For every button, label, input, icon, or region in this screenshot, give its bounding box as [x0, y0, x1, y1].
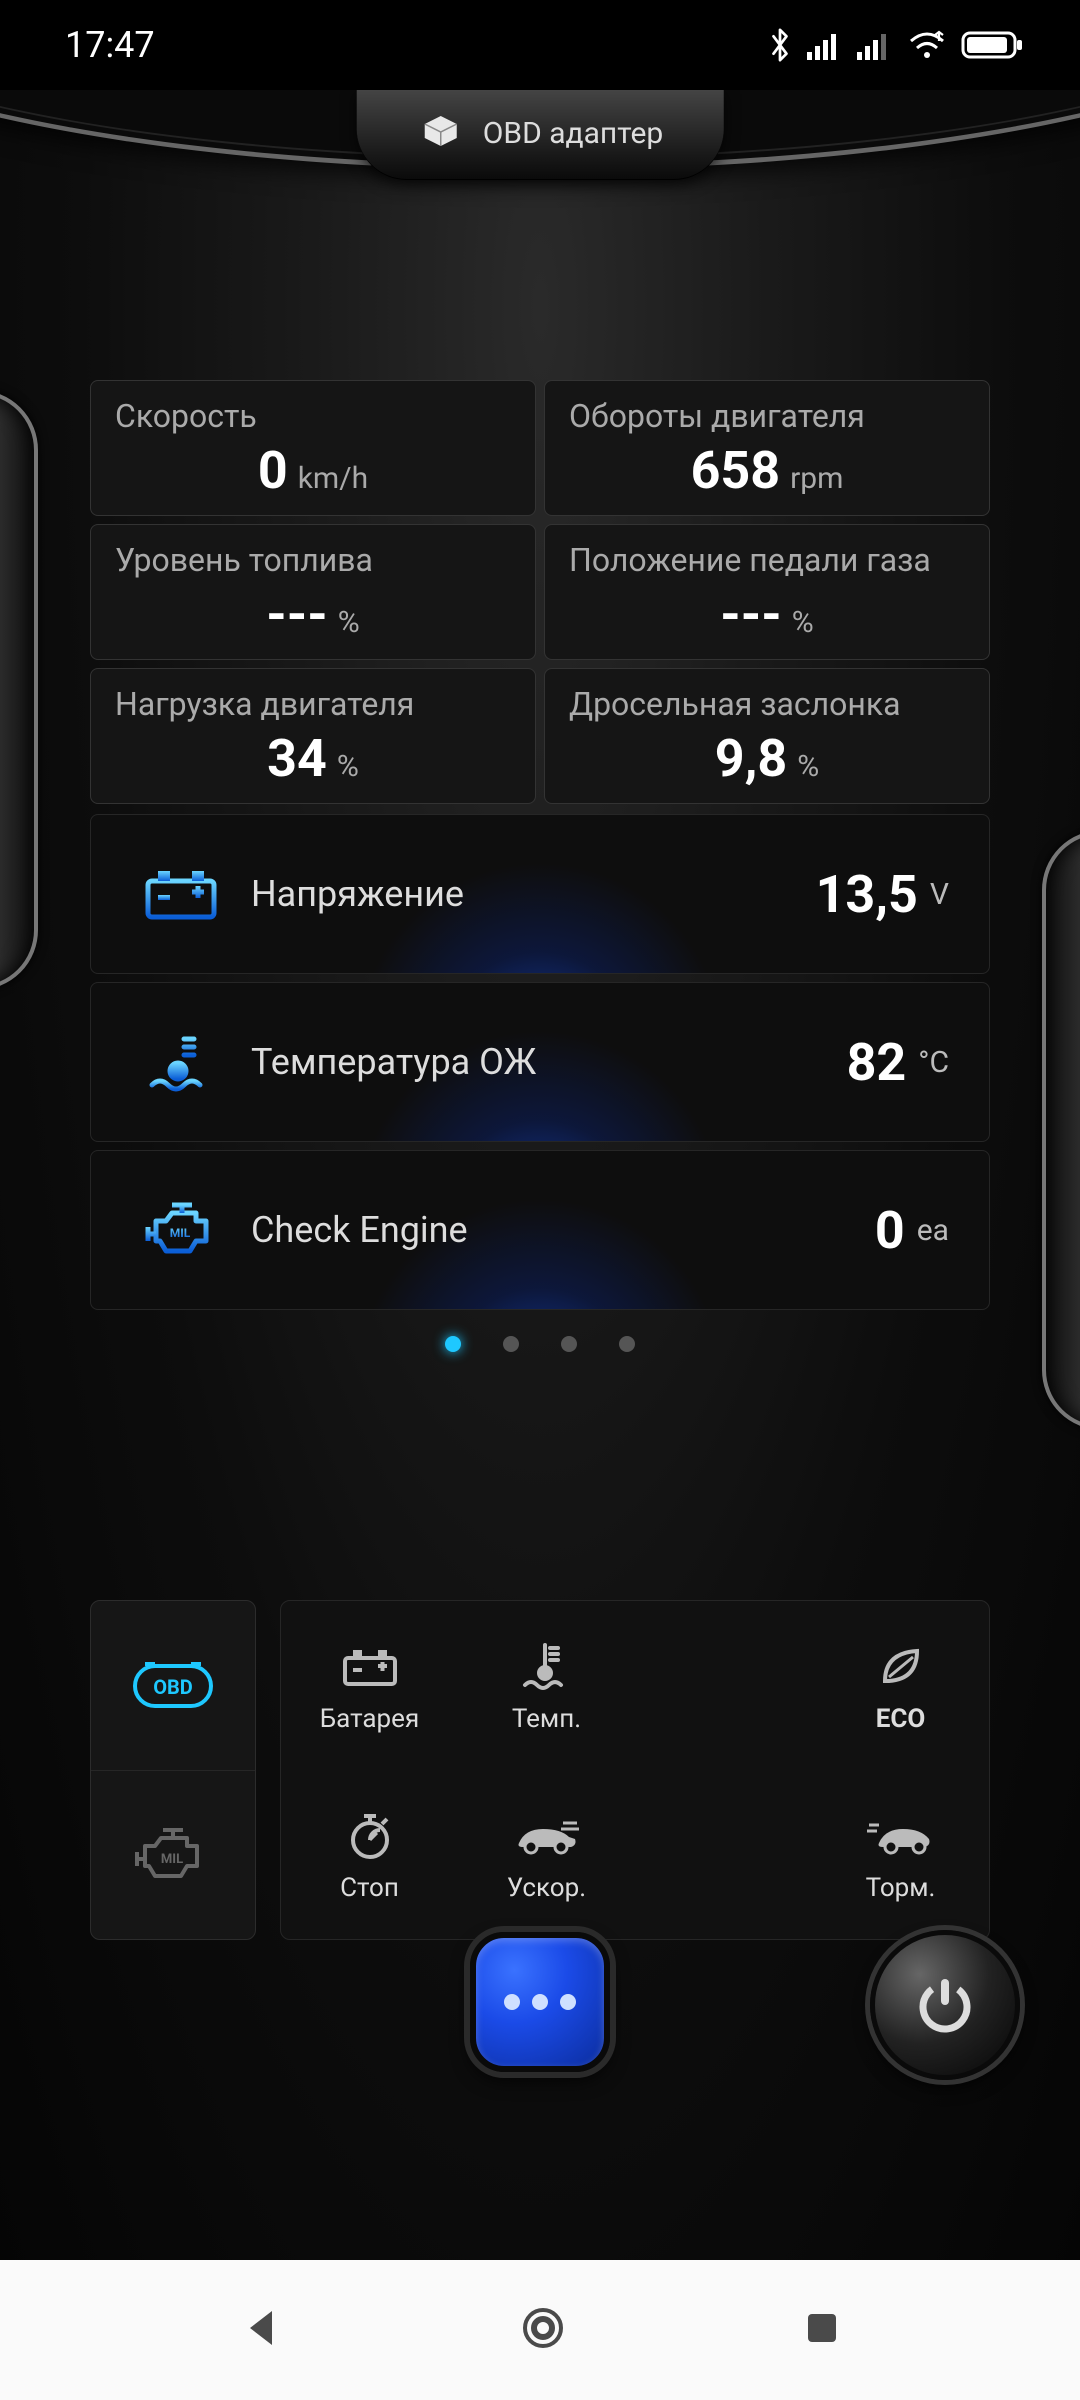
- stopwatch-icon: [344, 1807, 396, 1865]
- quick-label: Стоп: [340, 1873, 399, 1903]
- battery-icon: [961, 29, 1025, 61]
- wifi-icon: [907, 29, 947, 61]
- status-icons: [767, 25, 1025, 65]
- gauge-label: Нагрузка двигателя: [115, 685, 511, 723]
- quick-eco[interactable]: ECO: [812, 1601, 989, 1770]
- svg-text:MIL: MIL: [161, 1852, 183, 1867]
- gauge-unit: %: [797, 749, 819, 784]
- gauge-label: Положение педали газа: [569, 541, 965, 579]
- quick-temp[interactable]: Темп.: [458, 1601, 635, 1770]
- gauge-label: Обороты двигателя: [569, 397, 965, 435]
- wide-gauges: Напряжение 13,5 V Температура ОЖ 82 °C M…: [90, 814, 990, 1310]
- row-label: Check Engine: [251, 1209, 468, 1251]
- page-indicator[interactable]: [445, 1336, 635, 1352]
- mode-obd-button[interactable]: OBD: [91, 1601, 255, 1770]
- signal-1-icon: [807, 30, 843, 60]
- gauge-unit: %: [338, 605, 360, 640]
- bottom-panel: OBD MIL Батарея Темп. ECO Стоп: [90, 1600, 990, 1940]
- gauge-label: Уровень топлива: [115, 541, 511, 579]
- quick-grid: Батарея Темп. ECO Стоп Ускор. Торм.: [280, 1600, 990, 1940]
- dots-icon: [504, 1994, 520, 2010]
- gauge-label: Скорость: [115, 397, 511, 435]
- row-value: 82: [847, 1032, 907, 1093]
- row-label: Температура ОЖ: [251, 1041, 536, 1083]
- status-time: 17:47: [65, 24, 155, 66]
- row-check-engine[interactable]: MIL Check Engine 0 ea: [90, 1150, 990, 1310]
- right-bezel: [1042, 830, 1080, 1430]
- gauges-grid: Скорость 0km/h Обороты двигателя 658rpm …: [90, 380, 990, 804]
- page-dot-2[interactable]: [503, 1336, 519, 1352]
- quick-label: ECO: [876, 1704, 926, 1734]
- obd-chip-icon: [417, 110, 465, 156]
- gauge-speed[interactable]: Скорость 0 km/h: [90, 380, 536, 516]
- quick-label: Торм.: [866, 1873, 936, 1903]
- gauge-unit: %: [337, 749, 359, 784]
- row-unit: ea: [917, 1213, 949, 1248]
- page-dot-3[interactable]: [561, 1336, 577, 1352]
- nav-recents-button[interactable]: [800, 2306, 844, 2354]
- row-value: 13,5: [816, 864, 918, 925]
- obd-adapter-badge[interactable]: OBD адаптер: [357, 90, 724, 180]
- gauge-unit: km/h: [298, 461, 368, 496]
- gauge-rpm[interactable]: Обороты двигателя 658 rpm: [544, 380, 990, 516]
- row-value: 0: [875, 1200, 905, 1261]
- left-bezel: [0, 390, 38, 990]
- row-voltage[interactable]: Напряжение 13,5 V: [90, 814, 990, 974]
- app-dashboard: OBD адаптер Скорость 0 km/h Обороты двига…: [0, 90, 1080, 2260]
- gauge-value: 9,8: [715, 728, 787, 789]
- row-unit: V: [930, 877, 949, 912]
- obd-adapter-label: OBD адаптер: [483, 116, 664, 151]
- power-button[interactable]: [870, 1930, 1020, 2080]
- gauge-value: ---: [720, 584, 781, 645]
- nav-home-button[interactable]: [517, 2302, 569, 2358]
- page-dot-1[interactable]: [445, 1336, 461, 1352]
- gauge-throttle[interactable]: Дросельная заслонка 9,8%: [544, 668, 990, 804]
- quick-label: Ускор.: [507, 1873, 586, 1903]
- power-icon: [909, 1969, 981, 2041]
- row-unit: °C: [918, 1045, 949, 1080]
- gauge-unit: %: [792, 605, 814, 640]
- gauge-value: ---: [266, 584, 327, 645]
- row-coolant-temp[interactable]: Температура ОЖ 82 °C: [90, 982, 990, 1142]
- signal-2-icon: [857, 30, 893, 60]
- quick-stop[interactable]: Стоп: [281, 1770, 458, 1939]
- thermometer-icon: [131, 1027, 231, 1097]
- gauge-engine-load[interactable]: Нагрузка двигателя 34%: [90, 668, 536, 804]
- quick-label: Батарея: [320, 1704, 419, 1734]
- svg-text:MIL: MIL: [170, 1226, 191, 1240]
- thermometer-icon: [519, 1638, 575, 1696]
- engine-icon: MIL: [131, 1199, 231, 1261]
- quick-battery[interactable]: Батарея: [281, 1601, 458, 1770]
- quick-brake[interactable]: Торм.: [812, 1770, 989, 1939]
- gauge-value: 658: [691, 440, 781, 501]
- mode-column: OBD MIL: [90, 1600, 256, 1940]
- menu-button[interactable]: [470, 1932, 610, 2072]
- gauge-value: 0: [258, 440, 288, 501]
- leaf-icon: [875, 1638, 927, 1696]
- gauge-label: Дросельная заслонка: [569, 685, 965, 723]
- gauge-unit: rpm: [790, 461, 843, 496]
- car-brake-icon: [865, 1807, 937, 1865]
- quick-label: Темп.: [512, 1704, 581, 1734]
- car-accel-icon: [511, 1807, 583, 1865]
- bluetooth-icon: [767, 25, 793, 65]
- system-nav-bar: [0, 2260, 1080, 2400]
- gauge-pedal-position[interactable]: Положение педали газа ---%: [544, 524, 990, 660]
- gauge-value: 34: [267, 728, 327, 789]
- battery-icon: [339, 1638, 401, 1696]
- mode-mil-button[interactable]: MIL: [91, 1770, 255, 1940]
- row-label: Напряжение: [251, 873, 464, 915]
- page-dot-4[interactable]: [619, 1336, 635, 1352]
- status-bar: 17:47: [0, 0, 1080, 90]
- nav-back-button[interactable]: [236, 2303, 286, 2357]
- quick-accel[interactable]: Ускор.: [458, 1770, 635, 1939]
- battery-icon: [131, 865, 231, 923]
- gauge-fuel-level[interactable]: Уровень топлива ---%: [90, 524, 536, 660]
- svg-text:OBD: OBD: [153, 1675, 193, 1699]
